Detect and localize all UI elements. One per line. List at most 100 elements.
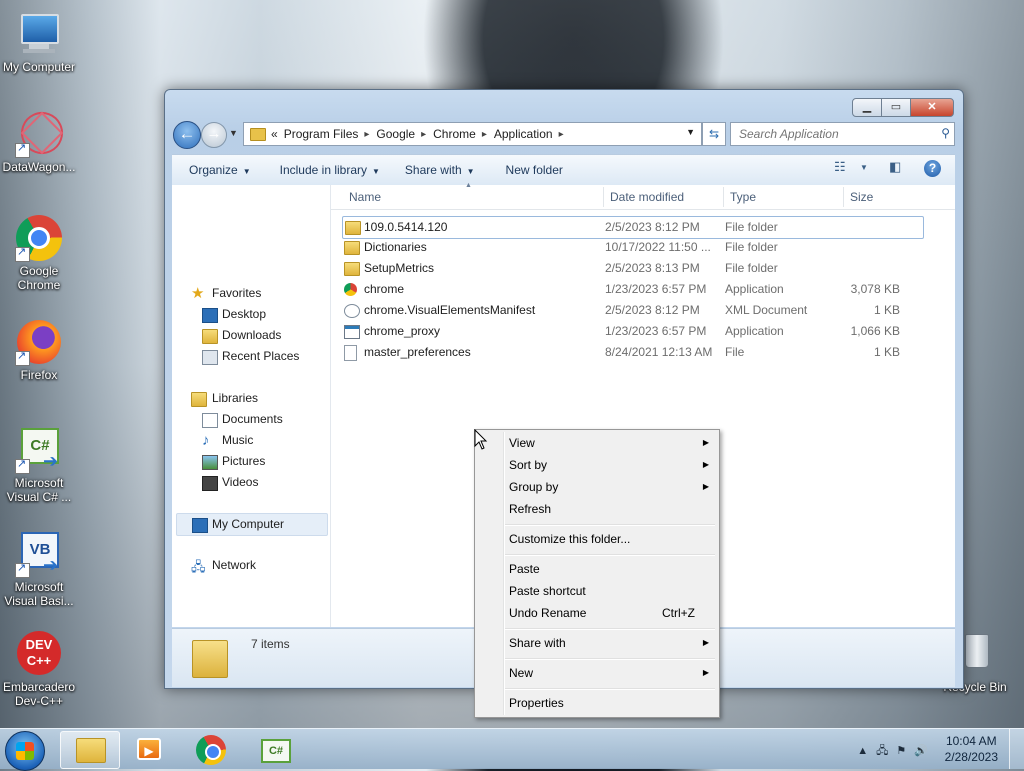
minimize-button[interactable]: ▁ <box>852 98 882 117</box>
search-box[interactable]: ⚲ <box>730 122 955 146</box>
file-row[interactable]: chrome_proxy 1/23/2023 6:57 PM Applicati… <box>342 321 922 342</box>
menu-item-new[interactable]: New ▶ <box>509 662 709 684</box>
search-icon[interactable]: ⚲ <box>941 126 950 140</box>
breadcrumb-application[interactable]: Application <box>494 127 553 141</box>
include-in-library-label: Include in library <box>279 163 367 177</box>
nav-videos[interactable]: Videos <box>172 472 329 493</box>
clock[interactable]: 10:04 AM 2/28/2023 <box>945 733 998 765</box>
nav-downloads[interactable]: Downloads <box>172 325 329 346</box>
column-type[interactable]: Type <box>730 190 756 204</box>
menu-item-view[interactable]: View ▶ <box>509 432 709 454</box>
breadcrumb-chrome[interactable]: Chrome <box>433 127 476 141</box>
file-row[interactable]: 109.0.5414.120 2/5/2023 8:12 PM File fol… <box>342 216 924 239</box>
start-button[interactable] <box>5 731 45 771</box>
chevron-right-icon[interactable]: ▸ <box>364 129 369 140</box>
file-date: 2/5/2023 8:12 PM <box>605 220 700 234</box>
music-note-icon: ♪ <box>202 432 210 449</box>
chevron-right-icon[interactable]: ▸ <box>421 129 426 140</box>
folder-icon <box>345 221 361 235</box>
nav-label: My Computer <box>212 517 285 531</box>
menu-item-undo-rename[interactable]: Undo Rename Ctrl+Z <box>509 602 709 624</box>
nav-my-computer[interactable]: My Computer <box>176 513 328 536</box>
share-with-button[interactable]: Share with ▼ <box>405 161 475 179</box>
desktop-icon-datawagon[interactable]: DataWagon... <box>1 106 77 174</box>
back-button[interactable]: ← <box>173 121 201 149</box>
file-row[interactable]: SetupMetrics 2/5/2023 8:13 PM File folde… <box>342 258 922 279</box>
desktop-icon-firefox[interactable]: Firefox <box>1 318 77 382</box>
help-icon[interactable]: ? <box>924 160 941 177</box>
firefox-icon <box>15 318 63 366</box>
recent-places-icon <box>202 350 218 365</box>
column-divider[interactable] <box>723 187 724 207</box>
desktop-icon-google-chrome[interactable]: Google Chrome <box>1 214 77 292</box>
taskbar-visual-csharp-button[interactable]: C# <box>245 731 303 767</box>
taskbar-media-player-button[interactable]: ▶ <box>121 731 179 767</box>
address-prefix[interactable]: « <box>271 127 278 141</box>
network-icon[interactable]: 🖧 <box>876 745 896 757</box>
chevron-right-icon[interactable]: ▸ <box>559 129 564 140</box>
menu-item-properties[interactable]: Properties <box>509 692 709 714</box>
menu-item-paste[interactable]: Paste <box>509 558 709 580</box>
breadcrumb-google[interactable]: Google <box>376 127 415 141</box>
xml-document-icon <box>344 304 360 318</box>
column-divider[interactable] <box>603 187 604 207</box>
nav-pictures[interactable]: Pictures <box>172 451 329 472</box>
shortcut-arrow-icon <box>15 457 30 474</box>
forward-button[interactable]: → <box>201 122 227 148</box>
menu-label: Share with <box>509 636 566 650</box>
file-row[interactable]: master_preferences 8/24/2021 12:13 AM Fi… <box>342 342 922 363</box>
menu-item-customize-folder[interactable]: Customize this folder... <box>509 528 709 550</box>
file-type: XML Document <box>725 303 808 317</box>
close-button[interactable]: ✕ <box>910 98 954 117</box>
taskbar-explorer-button[interactable] <box>60 731 120 769</box>
chevron-down-icon[interactable]: ▼ <box>860 163 868 172</box>
volume-icon[interactable]: 🔊 <box>914 745 936 757</box>
new-folder-button[interactable]: New folder <box>506 161 563 179</box>
preview-pane-icon[interactable]: ◧ <box>889 159 901 175</box>
mouse-cursor-icon <box>474 429 488 450</box>
menu-item-refresh[interactable]: Refresh <box>509 498 709 520</box>
column-size[interactable]: Size <box>850 190 873 204</box>
file-row[interactable]: chrome 1/23/2023 6:57 PM Application 3,0… <box>342 279 922 300</box>
file-row[interactable]: Dictionaries 10/17/2022 11:50 ... File f… <box>342 237 922 258</box>
history-dropdown-icon[interactable]: ▼ <box>229 128 238 138</box>
view-options-icon[interactable]: ☷ <box>834 159 846 175</box>
desktop-icon-my-computer[interactable]: My Computer <box>1 10 77 74</box>
chevron-right-icon[interactable]: ▸ <box>482 129 487 140</box>
nav-favorites[interactable]: ★ Favorites <box>172 283 329 304</box>
nav-desktop[interactable]: Desktop <box>172 304 329 325</box>
include-in-library-button[interactable]: Include in library ▼ <box>280 161 380 179</box>
nav-libraries[interactable]: Libraries <box>172 388 329 409</box>
file-name: chrome_proxy <box>364 324 441 338</box>
menu-item-group-by[interactable]: Group by ▶ <box>509 476 709 498</box>
desktop-icon-visual-csharp[interactable]: C# ➔ Microsoft Visual C# ... <box>1 426 77 504</box>
address-bar[interactable]: « Program Files ▸ Google ▸ Chrome ▸ Appl… <box>243 122 702 146</box>
nav-music[interactable]: ♪ Music <box>172 430 329 451</box>
nav-network[interactable]: 🖧 Network <box>172 555 329 576</box>
menu-item-share-with[interactable]: Share with ▶ <box>509 632 709 654</box>
column-divider[interactable] <box>843 187 844 207</box>
organize-button[interactable]: Organize ▼ <box>189 161 251 179</box>
menu-item-paste-shortcut[interactable]: Paste shortcut <box>509 580 709 602</box>
desktop-icon-visual-basic[interactable]: VB ➔ Microsoft Visual Basi... <box>1 530 77 608</box>
context-menu: View ▶ Sort by ▶ Group by ▶ Refresh Customi… <box>474 429 720 718</box>
desktop-icon-devcpp[interactable]: DEV C++ Embarcadero Dev-C++ <box>1 630 77 708</box>
nav-recent-places[interactable]: Recent Places <box>172 346 329 367</box>
show-desktop-button[interactable] <box>1009 729 1024 769</box>
file-row[interactable]: chrome.VisualElementsManifest 2/5/2023 8… <box>342 300 922 321</box>
nav-documents[interactable]: Documents <box>172 409 329 430</box>
maximize-button[interactable]: ▭ <box>881 98 911 117</box>
column-date-modified[interactable]: Date modified <box>610 190 684 204</box>
breadcrumb-program-files[interactable]: Program Files <box>284 127 359 141</box>
show-hidden-icons-icon[interactable]: ▲ <box>857 745 876 757</box>
action-center-flag-icon[interactable]: ⚑ <box>896 745 914 757</box>
search-input[interactable] <box>737 123 931 145</box>
refresh-icon[interactable]: ⇆ <box>702 122 726 146</box>
menu-item-sort-by[interactable]: Sort by ▶ <box>509 454 709 476</box>
folder-icon <box>344 262 360 276</box>
file-name: chrome.VisualElementsManifest <box>364 303 536 317</box>
nav-label: Downloads <box>222 328 282 342</box>
column-name[interactable]: Name <box>349 190 381 204</box>
taskbar-chrome-button[interactable] <box>182 731 240 767</box>
address-dropdown-icon[interactable]: ▼ <box>686 127 695 137</box>
